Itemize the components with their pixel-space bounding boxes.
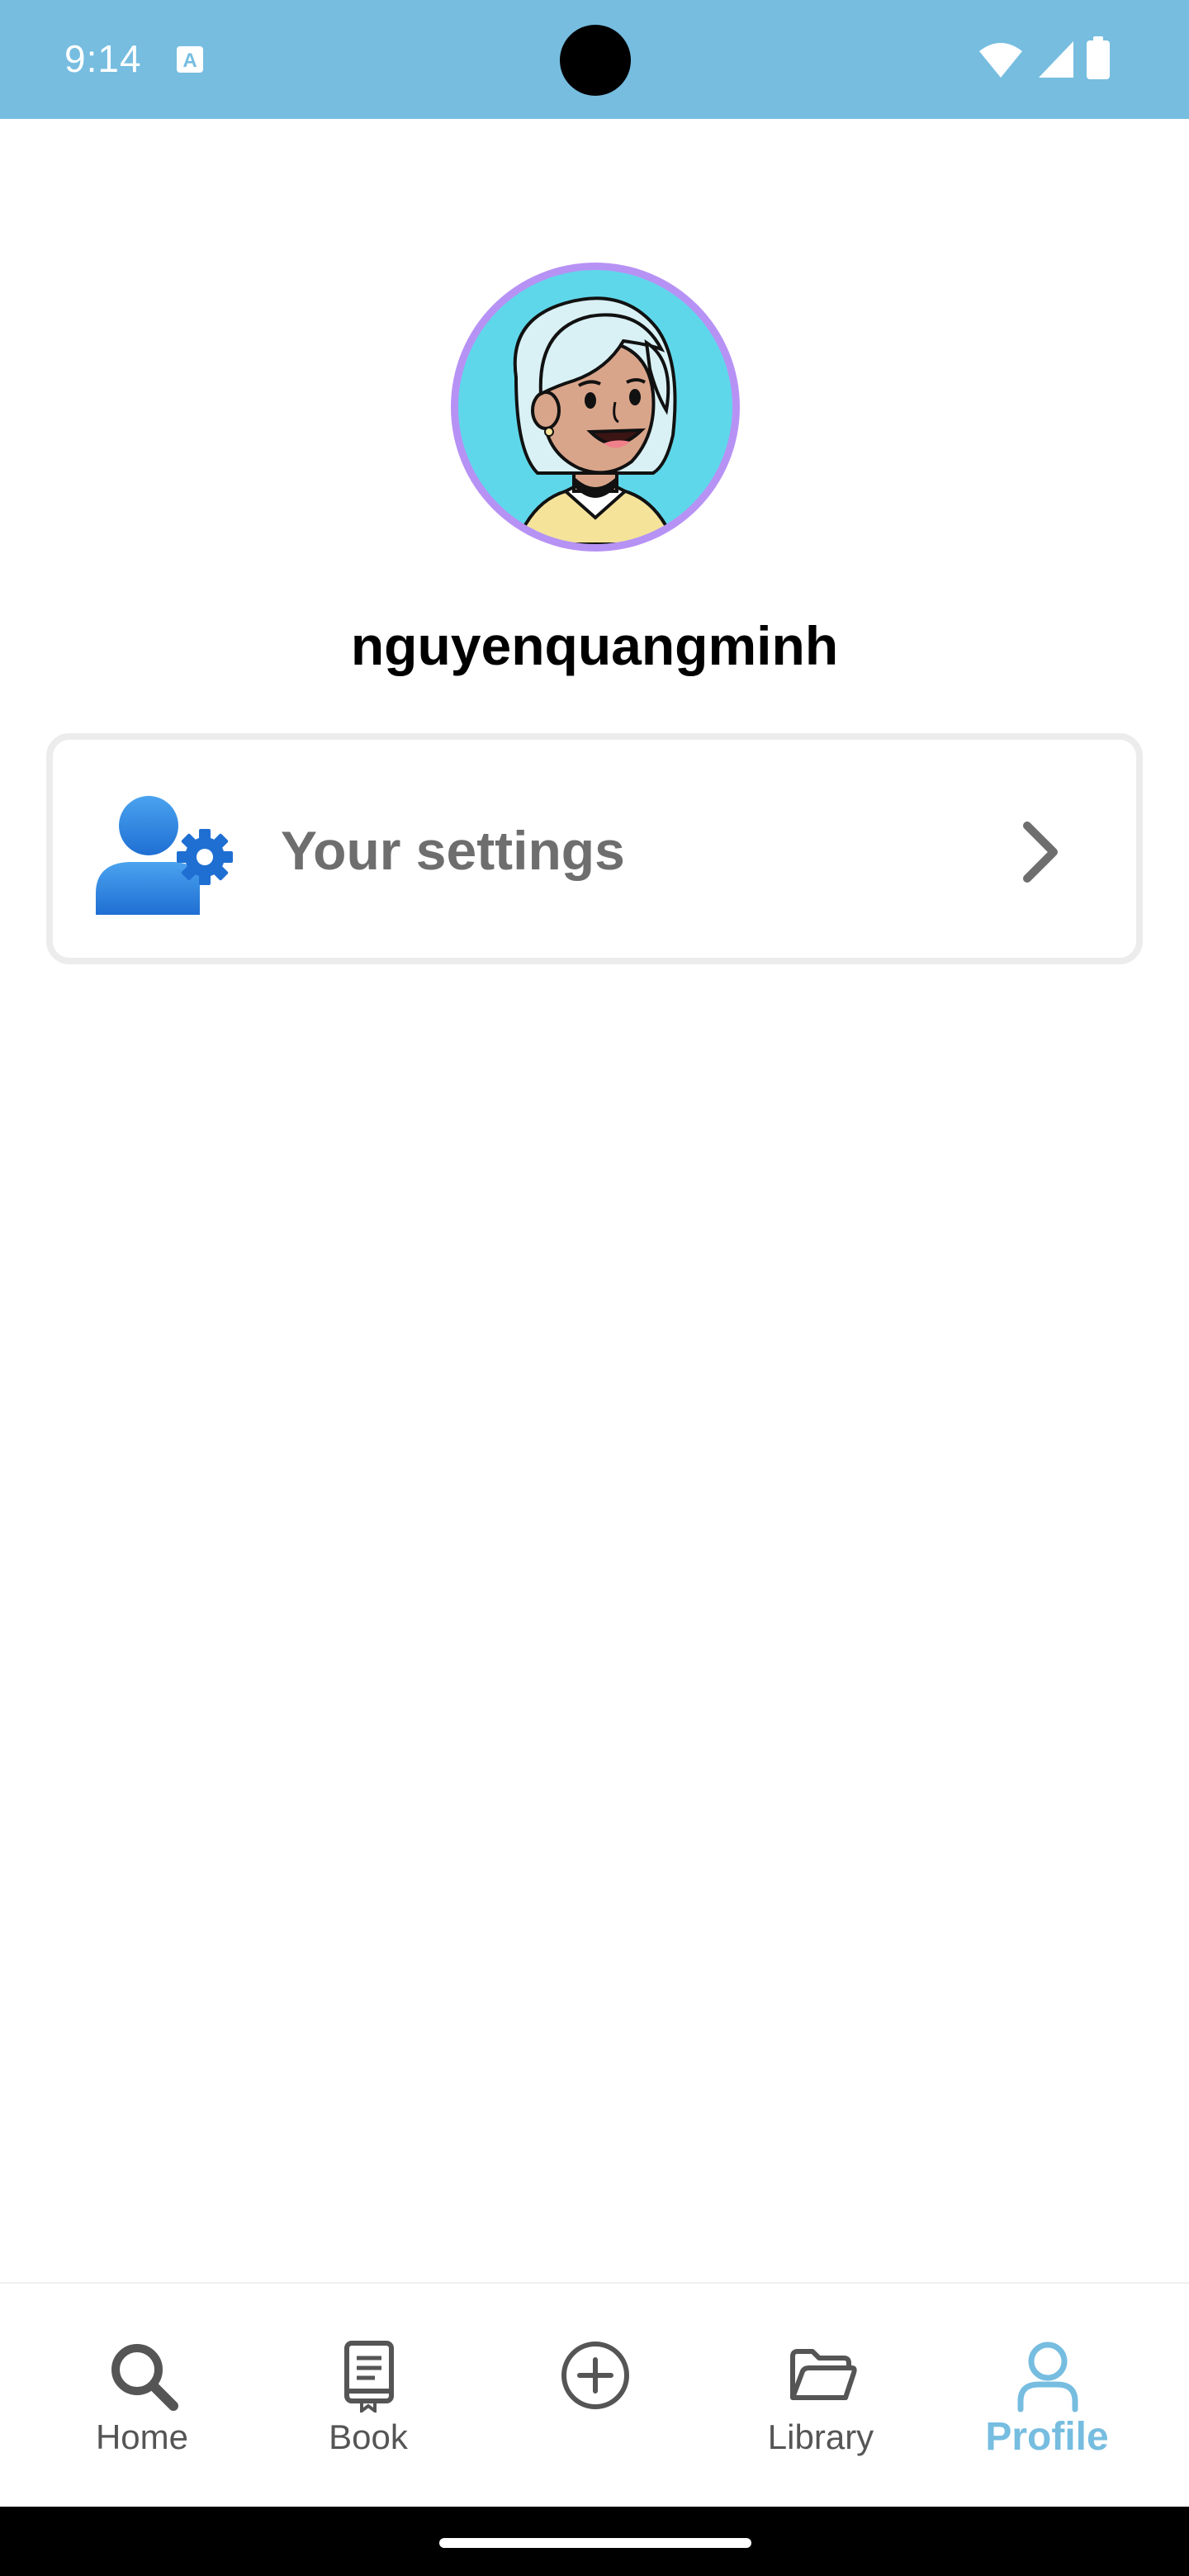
text-a-icon: A [177, 46, 203, 73]
status-bar: 9:14 A [0, 0, 1189, 119]
bottom-navigation: Home Book Library Profile [0, 2282, 1189, 2507]
avatar[interactable] [451, 263, 740, 552]
username: nguyenquangminh [350, 615, 839, 676]
cartoon-woman-avatar-icon [513, 296, 677, 544]
nav-item-library[interactable]: Library [722, 2284, 920, 2508]
nav-label-book: Book [329, 2417, 408, 2456]
wifi-icon [979, 43, 1022, 78]
signal-icon [1039, 41, 1073, 78]
add-circle-icon [561, 2342, 629, 2409]
search-icon [111, 2344, 178, 2411]
svg-text:A: A [182, 50, 197, 72]
nav-label-home: Home [95, 2417, 189, 2456]
book-icon [344, 2341, 394, 2413]
nav-item-home[interactable]: Home [43, 2284, 241, 2508]
avatar-image [458, 270, 732, 544]
user-gear-icon [96, 796, 233, 915]
battery-icon [1087, 36, 1110, 79]
settings-label: Your settings [281, 820, 625, 881]
settings-button[interactable]: Your settings [46, 733, 1143, 964]
nav-item-profile[interactable]: Profile [948, 2284, 1146, 2508]
gesture-bar [0, 2507, 1189, 2576]
home-gesture-handle[interactable] [439, 2538, 751, 2548]
status-time: 9:14 [64, 37, 142, 80]
chevron-right-icon [1023, 822, 1058, 883]
nav-item-add[interactable] [495, 2284, 694, 2508]
nav-label-library: Library [767, 2417, 874, 2456]
person-icon [1017, 2342, 1078, 2413]
nav-label-profile: Profile [985, 2415, 1109, 2459]
folder-icon [790, 2349, 857, 2400]
camera-cutout [560, 25, 631, 96]
nav-item-book[interactable]: Book [269, 2284, 467, 2508]
